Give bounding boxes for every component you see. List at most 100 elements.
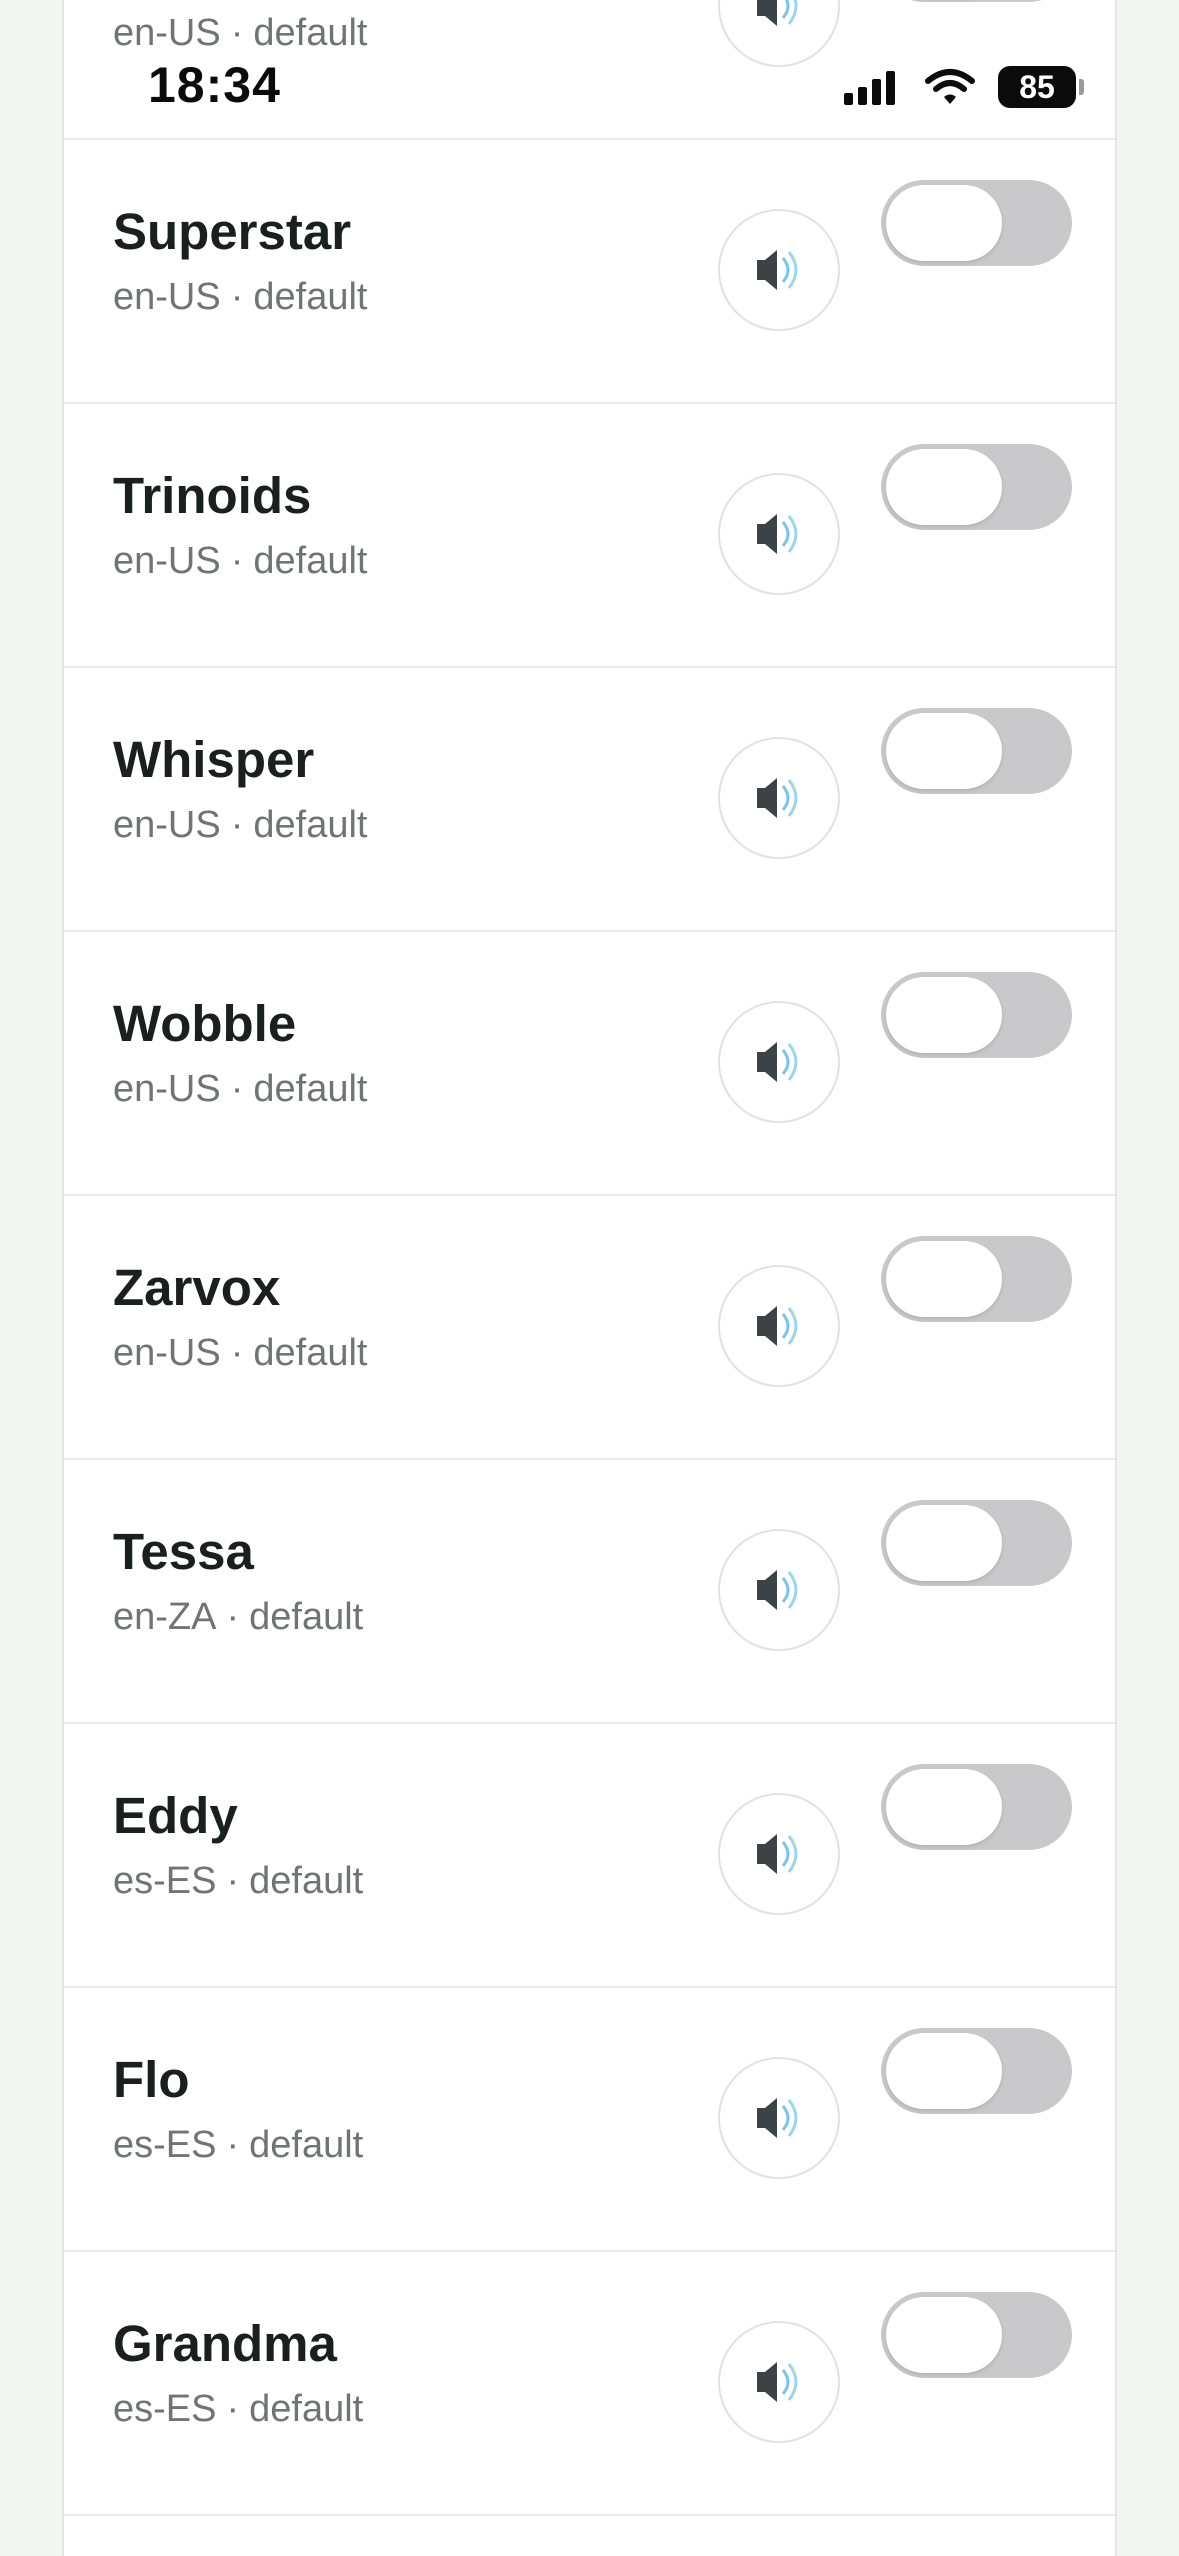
toggle-knob xyxy=(886,713,1002,789)
speaker-icon xyxy=(757,250,798,290)
toggle-knob xyxy=(886,185,1002,261)
voice-type: default xyxy=(253,1068,368,1110)
toggle-knob xyxy=(886,449,1002,525)
voice-lang: en-US xyxy=(113,12,221,54)
voice-row: Flo es-ES · default xyxy=(64,1988,1115,2252)
voice-type: default xyxy=(253,804,368,846)
toggle-knob xyxy=(886,1505,1002,1581)
speaker-icon xyxy=(757,2098,798,2138)
voice-settings-screen: en-US · default Superstar en-US · default Trin… xyxy=(0,0,1179,2556)
voice-lang: en-US xyxy=(113,540,221,582)
meta-separator: · xyxy=(230,276,244,318)
voice-type: default xyxy=(253,276,368,318)
voice-toggle[interactable] xyxy=(881,2028,1072,2114)
voice-type: default xyxy=(253,1332,368,1374)
speaker-icon xyxy=(757,0,798,26)
voice-lang: en-US xyxy=(113,804,221,846)
voice-meta: es-ES · default xyxy=(113,2388,363,2431)
preview-voice-button[interactable] xyxy=(718,1793,840,1915)
voice-row: Wobble en-US · default xyxy=(64,932,1115,1196)
meta-separator: · xyxy=(226,2124,240,2166)
battery-indicator: 85 xyxy=(998,66,1084,108)
voice-type: default xyxy=(249,2388,364,2430)
voice-row: Superstar en-US · default xyxy=(64,140,1115,404)
voice-row-next-partial xyxy=(64,2518,1115,2556)
voice-type: default xyxy=(253,12,368,54)
voice-name: Wobble xyxy=(113,995,297,1052)
battery-nub xyxy=(1079,79,1084,95)
preview-voice-button[interactable] xyxy=(718,473,840,595)
toggle-knob xyxy=(886,1241,1002,1317)
voice-lang: en-US xyxy=(113,276,221,318)
voice-list: en-US · default Superstar en-US · default Trin… xyxy=(62,0,1117,2556)
meta-separator: · xyxy=(230,1332,244,1374)
toggle-knob xyxy=(886,2033,1002,2109)
toggle-knob xyxy=(886,977,1002,1053)
speaker-icon xyxy=(757,1306,798,1346)
preview-voice-button[interactable] xyxy=(718,209,840,331)
voice-toggle[interactable] xyxy=(881,0,1072,2)
speaker-icon xyxy=(757,1570,798,1610)
voice-toggle[interactable] xyxy=(881,2292,1072,2378)
preview-voice-button[interactable] xyxy=(718,0,840,67)
voice-lang: en-US xyxy=(113,1332,221,1374)
preview-voice-button[interactable] xyxy=(718,737,840,859)
preview-voice-button[interactable] xyxy=(718,1529,840,1651)
voice-row: Trinoids en-US · default xyxy=(64,404,1115,668)
meta-separator: · xyxy=(230,540,244,582)
preview-voice-button[interactable] xyxy=(718,1001,840,1123)
voice-name: Flo xyxy=(113,2051,190,2108)
voice-name: Superstar xyxy=(113,203,352,260)
voice-meta: en-US · default xyxy=(113,12,367,55)
voice-row: Zarvox en-US · default xyxy=(64,1196,1115,1460)
voice-name: Zarvox xyxy=(113,1259,281,1316)
speaker-icon xyxy=(757,514,798,554)
voice-type: default xyxy=(253,540,368,582)
preview-voice-button[interactable] xyxy=(718,2057,840,2179)
voice-lang: en-ZA xyxy=(113,1596,217,1638)
voice-row: Grandma es-ES · default xyxy=(64,2252,1115,2516)
voice-row: Eddy es-ES · default xyxy=(64,1724,1115,1988)
meta-separator: · xyxy=(226,1596,240,1638)
speaker-icon xyxy=(757,2362,798,2402)
voice-type: default xyxy=(249,1596,364,1638)
preview-voice-button[interactable] xyxy=(718,1265,840,1387)
voice-toggle[interactable] xyxy=(881,444,1072,530)
voice-meta: es-ES · default xyxy=(113,1860,363,1903)
voice-meta: en-US · default xyxy=(113,1068,367,1111)
battery-level: 85 xyxy=(998,66,1076,108)
voice-meta: en-US · default xyxy=(113,276,367,319)
toggle-knob xyxy=(886,2297,1002,2373)
voice-meta: en-US · default xyxy=(113,804,367,847)
meta-separator: · xyxy=(226,2388,240,2430)
voice-name: Whisper xyxy=(113,731,315,788)
voice-toggle[interactable] xyxy=(881,708,1072,794)
voice-toggle[interactable] xyxy=(881,1500,1072,1586)
voice-meta: en-US · default xyxy=(113,1332,367,1375)
voice-toggle[interactable] xyxy=(881,1236,1072,1322)
status-icons: 85 xyxy=(842,60,1084,114)
voice-name: Tessa xyxy=(113,1523,254,1580)
toggle-knob xyxy=(886,1769,1002,1845)
voice-lang: es-ES xyxy=(113,1860,217,1902)
voice-name: Grandma xyxy=(113,2315,337,2372)
speaker-icon xyxy=(757,1042,798,1082)
voice-lang: es-ES xyxy=(113,2388,217,2430)
voice-lang: en-US xyxy=(113,1068,221,1110)
voice-toggle[interactable] xyxy=(881,1764,1072,1850)
voice-type: default xyxy=(249,1860,364,1902)
wifi-icon xyxy=(925,69,975,104)
voice-type: default xyxy=(249,2124,364,2166)
speaker-icon xyxy=(757,778,798,818)
voice-toggle[interactable] xyxy=(881,972,1072,1058)
voice-meta: en-ZA · default xyxy=(113,1596,363,1639)
voice-name: Eddy xyxy=(113,1787,238,1844)
meta-separator: · xyxy=(226,1860,240,1902)
cellular-signal-icon xyxy=(844,71,895,105)
voice-row: Whisper en-US · default xyxy=(64,668,1115,932)
voice-lang: es-ES xyxy=(113,2124,217,2166)
voice-row: Tessa en-ZA · default xyxy=(64,1460,1115,1724)
speaker-icon xyxy=(757,1834,798,1874)
preview-voice-button[interactable] xyxy=(718,2321,840,2443)
voice-toggle[interactable] xyxy=(881,180,1072,266)
